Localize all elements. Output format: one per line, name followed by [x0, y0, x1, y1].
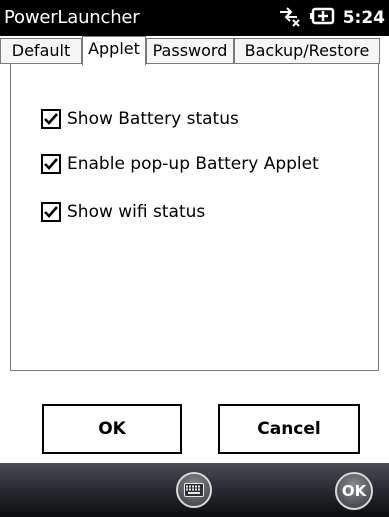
clock-time[interactable]: 5:24 — [343, 6, 385, 30]
keyboard-icon — [184, 483, 204, 497]
checkmark-icon — [44, 206, 58, 218]
battery-icon[interactable] — [309, 7, 335, 29]
option-show-battery-status[interactable]: Show Battery status — [41, 107, 239, 131]
window-title: PowerLauncher — [4, 7, 140, 28]
show-battery-status-checkbox[interactable] — [41, 109, 61, 129]
option-label: Show Battery status — [67, 109, 239, 129]
enable-popup-battery-applet-checkbox[interactable] — [41, 154, 61, 174]
ok-softkey-button[interactable]: OK — [335, 472, 373, 510]
option-label: Enable pop-up Battery Applet — [67, 154, 319, 174]
cancel-button[interactable]: Cancel — [218, 404, 360, 454]
title-bar: PowerLauncher 5:24 — [0, 0, 389, 36]
tab-strip: Default Applet Password Backup/Restore — [0, 36, 389, 66]
option-enable-popup-battery-applet[interactable]: Enable pop-up Battery Applet — [41, 152, 319, 176]
connectivity-icon[interactable] — [277, 5, 301, 31]
tab-backup-restore[interactable]: Backup/Restore — [234, 38, 380, 64]
checkmark-icon — [44, 158, 58, 170]
option-label: Show wifi status — [67, 202, 206, 222]
tab-default[interactable]: Default — [0, 38, 82, 64]
bottom-softkey-bar: OK — [0, 463, 389, 517]
checkmark-icon — [44, 113, 58, 125]
keyboard-button[interactable] — [176, 472, 212, 508]
option-show-wifi-status[interactable]: Show wifi status — [41, 200, 205, 224]
tab-password[interactable]: Password — [146, 38, 234, 64]
ok-button[interactable]: OK — [42, 404, 182, 454]
applet-settings-panel: Show Battery status Enable pop-up Batter… — [10, 63, 379, 371]
status-icons: 5:24 — [277, 6, 385, 30]
tab-applet[interactable]: Applet — [82, 36, 146, 66]
show-wifi-status-checkbox[interactable] — [41, 202, 61, 222]
